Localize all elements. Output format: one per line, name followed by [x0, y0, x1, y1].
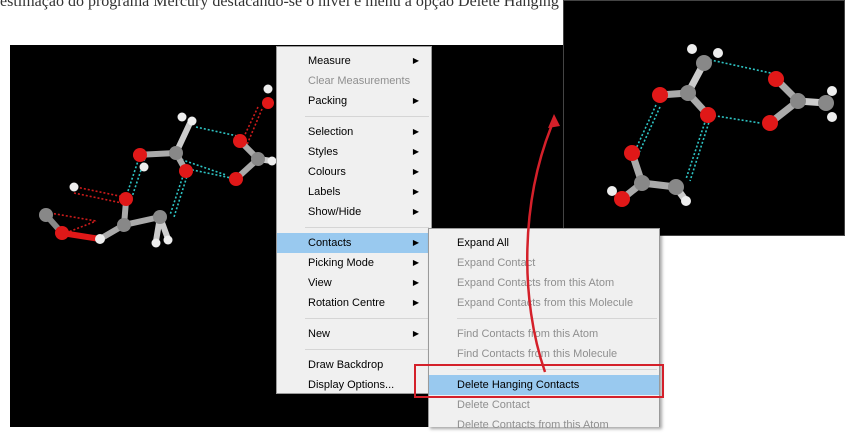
chevron-right-icon: ▶: [412, 127, 419, 136]
context-menu: Measure ▶ Clear Measurements Packing ▶ Select…: [276, 46, 432, 394]
menu-item-label: Expand Contacts from this Molecule: [457, 297, 634, 309]
menu-item-labels[interactable]: Labels ▶: [277, 182, 431, 202]
chevron-right-icon: ▶: [412, 147, 419, 156]
submenu-item-expand-contacts-from-this-molecule: Expand Contacts from this Molecule: [429, 293, 659, 313]
menu-item-label: Measure: [308, 55, 351, 67]
chevron-right-icon: ▶: [412, 278, 419, 287]
menu-item-label: Show/Hide: [308, 206, 362, 218]
menu-separator: [457, 318, 657, 319]
inset-molecule-structure: [607, 44, 837, 207]
menu-item-label: Rotation Centre: [308, 297, 386, 309]
menu-item-draw-backdrop[interactable]: Draw Backdrop: [277, 355, 431, 375]
chevron-right-icon: ▶: [412, 258, 419, 267]
submenu-item-expand-contacts-from-this-atom: Expand Contacts from this Atom: [429, 273, 659, 293]
menu-item-colours[interactable]: Colours ▶: [277, 162, 431, 182]
menu-item-label: Delete Contacts from this Atom: [457, 419, 609, 431]
menu-item-picking-mode[interactable]: Picking Mode ▶: [277, 253, 431, 273]
submenu-item-find-contacts-from-this-atom: Find Contacts from this Atom: [429, 324, 659, 344]
menu-item-label: Delete Contact: [457, 399, 530, 411]
chevron-right-icon: ▶: [412, 329, 419, 338]
menu-item-selection[interactable]: Selection ▶: [277, 122, 431, 142]
menu-item-label: Expand Contacts from this Atom: [457, 277, 615, 289]
menu-separator: [305, 116, 429, 117]
menu-item-measure[interactable]: Measure ▶: [277, 51, 431, 71]
menu-item-show-hide[interactable]: Show/Hide ▶: [277, 202, 431, 222]
chevron-right-icon: ▶: [412, 238, 419, 247]
chevron-right-icon: ▶: [412, 187, 419, 196]
submenu-item-expand-contact: Expand Contact: [429, 253, 659, 273]
menu-item-styles[interactable]: Styles ▶: [277, 142, 431, 162]
menu-item-contacts[interactable]: Contacts ▶: [277, 233, 431, 253]
menu-item-label: Clear Measurements: [308, 75, 411, 87]
menu-item-label: Colours: [308, 166, 346, 178]
menu-item-label: Find Contacts from this Atom: [457, 328, 599, 340]
inset-atoms: [607, 44, 837, 207]
chevron-right-icon: ▶: [412, 96, 419, 105]
menu-item-label: Contacts: [308, 237, 352, 249]
menu-item-label: Picking Mode: [308, 257, 375, 269]
menu-item-label: View: [308, 277, 332, 289]
chevron-right-icon: ▶: [412, 167, 419, 176]
menu-item-label: Labels: [308, 186, 341, 198]
menu-item-label: Find Contacts from this Molecule: [457, 348, 618, 360]
inset-viewer: [563, 0, 845, 236]
menu-item-rotation-centre[interactable]: Rotation Centre ▶: [277, 293, 431, 313]
chevron-right-icon: ▶: [412, 207, 419, 216]
chevron-right-icon: ▶: [412, 56, 419, 65]
menu-item-label: Styles: [308, 146, 338, 158]
inset-covalent-bonds: [618, 59, 830, 205]
submenu-item-delete-contacts-from-this-atom: Delete Contacts from this Atom: [429, 415, 659, 435]
menu-item-label: Packing: [308, 95, 348, 107]
menu-item-display-options[interactable]: Display Options...: [277, 375, 431, 395]
menu-item-label: Display Options...: [308, 379, 395, 391]
menu-item-clear-measurements: Clear Measurements: [277, 71, 431, 91]
menu-separator: [305, 318, 429, 319]
submenu-item-delete-contact: Delete Contact: [429, 395, 659, 415]
submenu-item-find-contacts-from-this-molecule: Find Contacts from this Molecule: [429, 344, 659, 364]
atoms: [39, 84, 277, 248]
menu-item-label: New: [308, 328, 331, 340]
menu-item-new[interactable]: New ▶: [277, 324, 431, 344]
menu-item-label: Expand All: [457, 237, 509, 249]
callout-highlight-box: [414, 364, 664, 398]
menu-item-label: Selection: [308, 126, 354, 138]
menu-separator: [305, 227, 429, 228]
menu-item-label: Expand Contact: [457, 257, 536, 269]
menu-item-packing[interactable]: Packing ▶: [277, 91, 431, 111]
menu-item-label: Draw Backdrop: [308, 359, 384, 371]
chevron-right-icon: ▶: [412, 298, 419, 307]
submenu-item-expand-all[interactable]: Expand All: [429, 233, 659, 253]
menu-item-view[interactable]: View ▶: [277, 273, 431, 293]
menu-separator: [305, 349, 429, 350]
